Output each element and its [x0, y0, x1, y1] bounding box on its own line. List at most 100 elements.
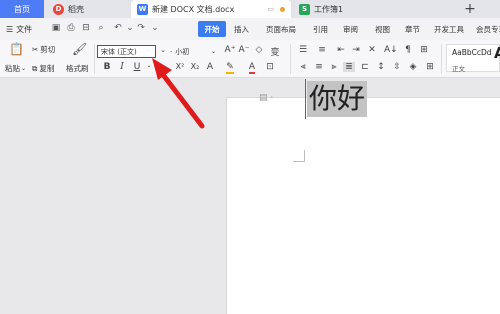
margin-corner-mark [293, 150, 305, 162]
tab-developer-label: 开发工具 [434, 24, 464, 34]
increase-indent-icon[interactable]: ⇥ [350, 45, 362, 55]
scissors-icon: ✂ [32, 45, 39, 54]
customize-dropdown-icon[interactable]: ⌄ [149, 22, 161, 34]
save-icon[interactable]: ▣ [50, 22, 62, 34]
underline-dropdown-icon[interactable]: ⌄ [143, 62, 155, 69]
cut-label: 剪切 [40, 45, 56, 54]
align-left-icon[interactable]: ⫷ [297, 62, 309, 72]
increase-font-icon[interactable]: A⁺ [224, 45, 236, 55]
superscript-label: X² [175, 62, 185, 71]
sort-icon[interactable]: A↓ [384, 45, 398, 55]
tab-view-label: 视图 [375, 24, 390, 34]
italic-label: I [120, 62, 124, 72]
file-menu-button[interactable]: ☰ 文件 [6, 21, 32, 37]
tab-member[interactable]: 会员专享 [476, 21, 500, 37]
export-pdf-icon[interactable]: ⎙ [65, 22, 77, 34]
copy-label: 复制 [39, 64, 55, 73]
cut-button[interactable]: ✂ 剪切 [32, 44, 55, 55]
monitor-icon[interactable]: ▭ [267, 5, 274, 13]
plus-icon: + [464, 1, 476, 17]
bullet-list-icon[interactable]: ☰ [297, 45, 309, 55]
heading-style-preview[interactable]: A [494, 44, 500, 62]
tab-document[interactable]: W 新建 DOCX 文档.docx ▭ [131, 0, 291, 18]
paste-button[interactable]: 粘贴 ⌄ [5, 63, 26, 74]
tab-home[interactable]: 首页 [0, 0, 44, 18]
distributed-icon[interactable]: ⊏ [359, 62, 371, 72]
redo-icon[interactable]: ↷ [135, 22, 147, 34]
format-painter-button[interactable]: 格式刷 [66, 63, 89, 74]
tab-draft-label: 稻壳 [68, 4, 84, 14]
divider [441, 44, 442, 74]
borders-icon[interactable]: ⊞ [424, 62, 436, 72]
size-dot-icon: · [170, 47, 173, 56]
unsaved-dot-icon [280, 6, 285, 12]
copy-icon: ⧉ [32, 63, 38, 73]
style-normal[interactable]: AaBbCcDd 正文 [446, 44, 500, 73]
add-tab-button[interactable]: + [455, 0, 485, 18]
underline-button[interactable]: U [131, 62, 143, 72]
tab-review-label: 审阅 [343, 24, 358, 34]
align-center-icon[interactable]: ≡ [313, 62, 325, 72]
paste-label: 粘贴 [5, 64, 20, 73]
text-effect-icon[interactable]: A [204, 62, 216, 72]
sheet-icon: S [299, 3, 310, 15]
phonetic-guide-icon[interactable]: 变 [269, 45, 281, 58]
bold-label: B [103, 62, 111, 72]
copy-button[interactable]: ⧉ 复制 [32, 63, 54, 74]
decrease-indent-icon[interactable]: ⇤ [335, 45, 347, 55]
tab-start[interactable]: 开始 [198, 21, 226, 37]
font-color-icon[interactable]: A [246, 62, 258, 74]
tab-developer[interactable]: 开发工具 [434, 21, 464, 37]
italic-button[interactable]: I [116, 62, 128, 72]
chinese-layout-icon[interactable]: ✕ [366, 45, 378, 55]
font-name-select[interactable]: 宋体 (正文) [97, 45, 156, 58]
subscript-button[interactable]: X₂ [189, 62, 201, 71]
print-preview-icon[interactable]: ⌕ [95, 22, 107, 34]
font-name-value: 宋体 (正文) [101, 47, 137, 56]
subscript-label: X₂ [190, 62, 200, 71]
font-name-dropdown-icon[interactable]: ⌄ [157, 46, 169, 54]
style-name-label: 正文 [452, 65, 465, 73]
writer-doc-icon: W [137, 3, 148, 15]
highlight-icon[interactable]: ✎ [224, 62, 236, 74]
undo-icon[interactable]: ↶ [112, 22, 124, 34]
tab-insert[interactable]: 插入 [234, 21, 249, 37]
document-workspace [0, 79, 500, 314]
tab-spreadsheet[interactable]: S 工作簿1 [293, 0, 421, 18]
tab-page-layout-label: 页面布局 [266, 24, 296, 34]
superscript-button[interactable]: X² [174, 62, 186, 71]
line-spacing-icon[interactable]: ↕ [375, 62, 387, 72]
paragraph-handle-icon[interactable]: ▤ · [259, 93, 273, 103]
tab-start-label: 开始 [204, 24, 220, 34]
tab-references[interactable]: 引用 [313, 21, 328, 37]
decrease-font-icon[interactable]: A⁻ [238, 45, 250, 55]
bold-button[interactable]: B [101, 62, 113, 72]
tab-home-label: 首页 [14, 4, 30, 14]
tab-chapter-label: 章节 [405, 24, 420, 34]
document-page[interactable] [226, 97, 500, 314]
tab-draft[interactable]: D 稻壳 [47, 0, 129, 18]
clear-format-icon[interactable]: ◇ [253, 45, 265, 55]
tab-document-label: 新建 DOCX 文档.docx [152, 4, 235, 14]
file-menu-label: 文件 [16, 24, 33, 34]
char-border-icon[interactable]: ⊡ [264, 62, 276, 72]
tab-view[interactable]: 视图 [375, 21, 390, 37]
font-size-select[interactable]: · 小初 ⌄ [170, 45, 216, 58]
table-tools-icon[interactable]: ⊞ [418, 45, 430, 55]
print-icon[interactable]: ⊟ [80, 22, 92, 34]
tab-page-layout[interactable]: 页面布局 [266, 21, 296, 37]
tab-bar: 首页 D 稻壳 W 新建 DOCX 文档.docx ▭ S 工作簿1 + [0, 0, 500, 18]
show-marks-icon[interactable]: ¶ [402, 45, 414, 55]
text-cursor [305, 79, 306, 119]
format-painter-icon[interactable]: 🖌 [72, 42, 87, 56]
paragraph-spacing-icon[interactable]: ⇳ [391, 62, 403, 72]
tab-review[interactable]: 审阅 [343, 21, 358, 37]
shading-icon[interactable]: ◈ [407, 62, 419, 72]
align-right-icon[interactable]: ⫸ [328, 62, 340, 72]
selected-text[interactable]: 你好 [307, 81, 368, 117]
paste-icon[interactable]: 📋 [9, 42, 24, 56]
justify-icon[interactable]: ≣ [343, 62, 355, 72]
numbered-list-icon[interactable]: ≡ [316, 45, 328, 55]
divider [94, 44, 95, 74]
tab-chapter[interactable]: 章节 [405, 21, 420, 37]
